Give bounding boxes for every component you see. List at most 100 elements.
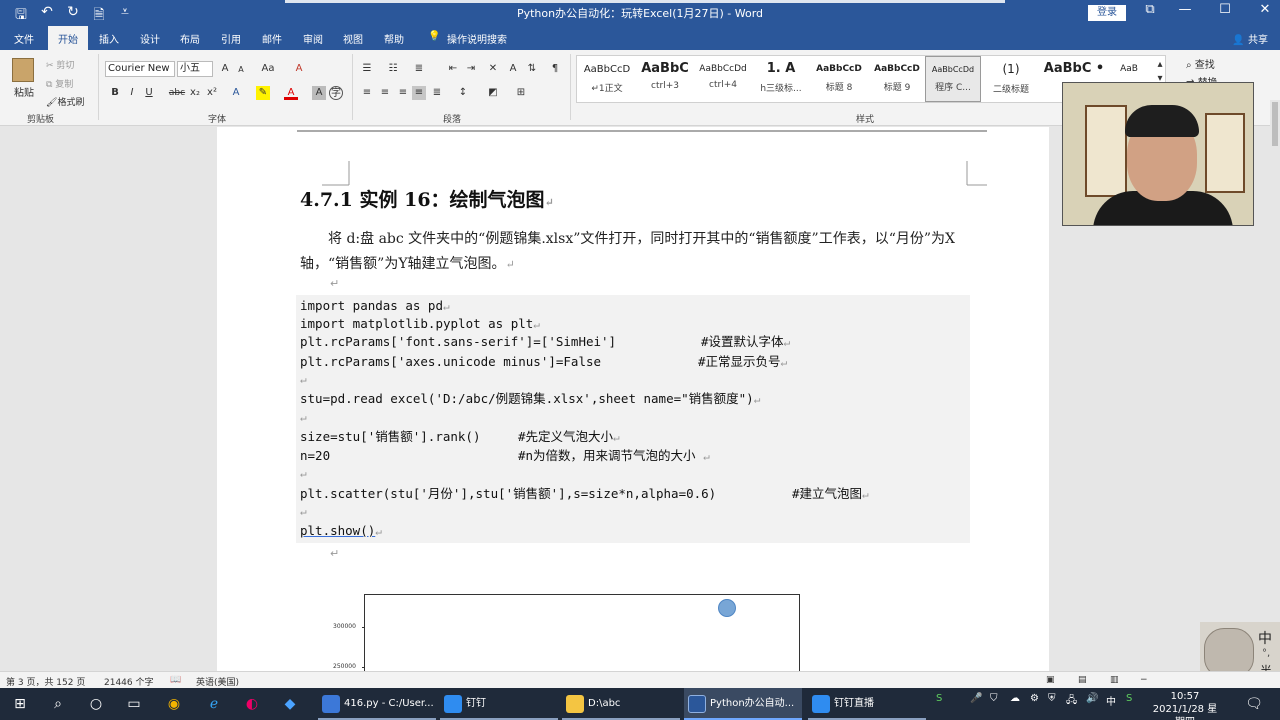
read-mode-icon[interactable]: ▣ [1046,675,1055,685]
tell-me-search[interactable]: 操作说明搜索 [447,31,507,46]
page-count[interactable]: 第 3 页，共 152 页 [6,675,85,688]
cortana-icon[interactable]: ○ [86,694,106,714]
distribute-icon[interactable]: ≣ [430,86,444,100]
proofing-icon[interactable]: 📖 [170,675,181,685]
show-marks-icon[interactable]: ¶ [548,62,562,76]
strikethrough-button[interactable]: abc [168,86,186,100]
tab-help[interactable]: 帮助 [384,31,404,46]
grow-font-button[interactable]: A [218,62,232,76]
edge-icon[interactable]: ℯ [204,694,224,714]
cut-button[interactable]: ✂ 剪切 [46,58,74,71]
align-left-icon[interactable]: ≡ [360,86,374,100]
word-count[interactable]: 21446 个字 [104,675,154,688]
paste-icon[interactable] [12,58,34,82]
dingtalk-icon[interactable]: ◆ [280,694,300,714]
italic-button[interactable]: I [125,86,139,100]
tab-review[interactable]: 审阅 [303,31,323,46]
tab-references[interactable]: 引用 [221,31,241,46]
shading-icon[interactable]: ◩ [486,86,500,100]
borders-icon[interactable]: ⊞ [514,86,528,100]
font-size-select[interactable]: 小五 [177,61,213,77]
multilevel-list-icon[interactable]: ≣ [412,62,426,76]
text-effects-icon[interactable]: A [229,86,243,100]
share-button[interactable]: 👤 共享 [1232,31,1268,46]
style-item[interactable]: (1) 二级标题 [983,56,1039,102]
highlight-icon[interactable]: ✎ [256,86,270,100]
ime-punctuation-toggle[interactable]: °, [1262,648,1270,659]
decrease-indent-icon[interactable]: ⇤ [446,62,460,76]
document-page[interactable]: 4.7.1 实例 16：绘制气泡图↵ 将 d:盘 abc 文件夹中的“例题锦集.… [217,127,1049,671]
task-view-icon[interactable]: ▭ [124,694,144,714]
style-item[interactable]: AaBbCcDd ctrl+4 [695,56,751,102]
taskbar-app-word[interactable]: Python办公自动... [684,688,802,720]
bold-button[interactable]: B [108,86,122,100]
chrome-icon[interactable]: ◉ [164,694,184,714]
ime-language-toggle[interactable]: 中 [1258,628,1272,648]
char-scale-icon[interactable]: A [506,62,520,76]
justify-icon[interactable]: ≡ [412,86,426,100]
clear-format-button[interactable]: A [292,62,306,76]
tab-mailings[interactable]: 邮件 [262,31,282,46]
tab-design[interactable]: 设计 [140,31,160,46]
style-item[interactable]: AaBbCcD ↵1正文 [579,56,635,102]
wechat-tray-icon[interactable]: S [936,693,942,704]
shrink-font-button[interactable]: A [234,63,248,77]
clock[interactable]: 10:57 2021/1/28 星期四 [1150,690,1220,720]
align-center-icon[interactable]: ≡ [378,86,392,100]
style-item[interactable]: AaBbCcDd 程序 C... [925,56,981,102]
style-item[interactable]: AaBbC ctrl+3 [637,56,693,102]
volume-tray-icon[interactable]: 🔊 [1086,693,1098,704]
superscript-button[interactable]: x² [205,86,219,100]
drag-strip[interactable] [285,0,1005,3]
ime-tray-indicator[interactable]: 中 [1106,693,1116,708]
paste-button[interactable]: 粘贴 [14,84,34,99]
subscript-button[interactable]: x₂ [188,86,202,100]
web-layout-icon[interactable]: ▥ [1110,675,1119,685]
underline-button[interactable]: U [142,86,156,100]
style-item[interactable]: 1. Ah三级标... [753,56,809,102]
ribbon-display-options-icon[interactable]: ⧉ [1135,2,1165,17]
font-color-icon[interactable]: A [284,86,298,100]
network-tray-icon[interactable]: 🖧 [1066,693,1077,710]
taskbar-app-dingtalk[interactable]: 钉钉 [440,688,558,720]
style-item[interactable]: AaBbCcD 标题 8 [811,56,867,102]
minimize-button[interactable]: — [1170,2,1200,17]
bubble-chart-image[interactable]: 300000 250000 [333,594,800,671]
print-layout-icon[interactable]: ▤ [1078,675,1087,685]
zoom-out-icon[interactable]: − [1140,675,1148,685]
sort-icon[interactable]: ⇅ [525,62,539,76]
app-icon[interactable]: ◐ [242,694,262,714]
login-button[interactable]: 登录 [1088,5,1126,21]
char-shading-icon[interactable]: A [312,86,326,100]
vertical-scrollbar[interactable] [1270,100,1280,670]
windows-start-icon[interactable]: ⊞ [10,694,30,714]
taskbar-app-explorer[interactable]: D:\abc [562,688,680,720]
styles-scroll-up-icon[interactable]: ▴ [1153,58,1167,72]
format-painter-button[interactable]: 🖌格式刷 [46,95,84,108]
numbering-icon[interactable]: ☷ [386,62,400,76]
maximize-button[interactable]: ☐ [1210,2,1240,17]
copy-button[interactable]: ⧉ 复制 [46,77,73,90]
taskbar-app-dingtalk-live[interactable]: 钉钉直播 [808,688,926,720]
mic-tray-icon[interactable]: 🎤 [970,693,982,704]
scrollbar-thumb[interactable] [1272,102,1278,146]
tab-file[interactable]: 文件 [14,31,34,46]
bullets-icon[interactable]: ☰ [360,62,374,76]
security-tray-icon[interactable]: ⛨ [1048,693,1056,704]
find-button[interactable]: ⌕ 查找 [1186,56,1215,71]
tab-home[interactable]: 开始 [48,26,88,50]
close-button[interactable]: ✕ [1250,2,1280,17]
line-spacing-icon[interactable]: ↕ [456,86,470,100]
enclose-char-icon[interactable]: 字 [329,86,343,100]
app-tray-icon[interactable]: S [1126,693,1132,704]
tab-insert[interactable]: 插入 [99,31,119,46]
align-right-icon[interactable]: ≡ [396,86,410,100]
taskbar-app-python[interactable]: 416.py - C:/User... [318,688,436,720]
change-case-button[interactable]: Aa [258,62,278,76]
shield-tray-icon[interactable]: ⛉ [990,693,998,704]
increase-indent-icon[interactable]: ⇥ [464,62,478,76]
code-block[interactable]: import pandas as pd↵ import matplotlib.p… [296,295,970,543]
tab-layout[interactable]: 布局 [180,31,200,46]
search-icon[interactable]: ⌕ [48,694,68,714]
notification-icon[interactable]: 🗨 [1244,694,1264,714]
